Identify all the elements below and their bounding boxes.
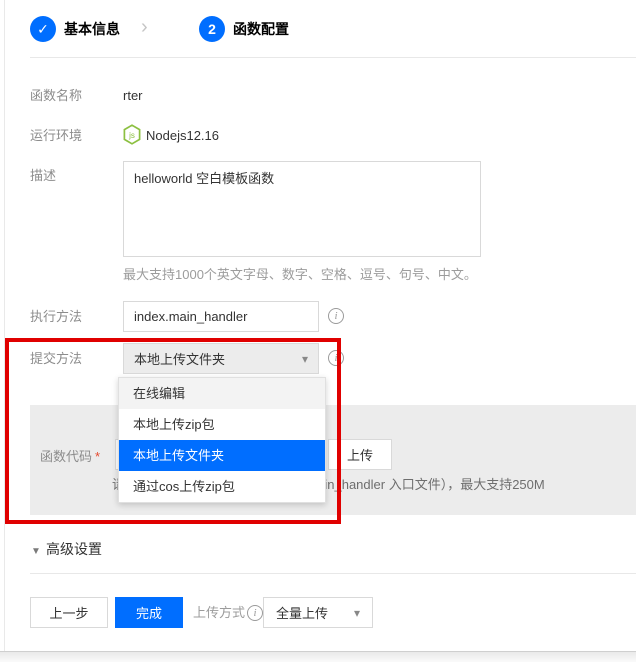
submit-method-value: 本地上传文件夹 (134, 349, 225, 368)
advanced-settings-toggle[interactable]: 高级设置 (46, 541, 102, 557)
upload-mode-label: 上传方式 (193, 605, 245, 621)
upload-mode-info-icon[interactable]: i (247, 605, 263, 621)
check-icon: ✓ (37, 21, 49, 38)
upload-mode-value: 全量上传 (276, 603, 328, 622)
previous-step-button[interactable]: 上一步 (30, 597, 108, 628)
runtime-value: Nodejs12.16 (146, 128, 219, 144)
nodejs-icon: js (123, 124, 141, 150)
required-mark: * (95, 449, 100, 464)
header-divider (30, 57, 636, 58)
function-config-panel: ✓ 基本信息 › 2 函数配置 函数名称 rter 运行环境 js Nodejs… (0, 0, 636, 652)
chevron-right-icon: › (141, 19, 148, 35)
step2-circle: 2 (199, 16, 225, 42)
triangle-down-icon: ▼ (31, 545, 41, 559)
dropdown-option-online-edit[interactable]: 在线编辑 (119, 378, 325, 409)
dropdown-option-local-zip[interactable]: 本地上传zip包 (119, 409, 325, 440)
dropdown-option-cos-zip[interactable]: 通过cos上传zip包 (119, 471, 325, 502)
step2-number: 2 (208, 21, 216, 37)
function-code-label: 函数代码* (40, 449, 100, 465)
left-panel-edge (4, 0, 5, 652)
submit-method-dropdown: 在线编辑 本地上传zip包 本地上传文件夹 通过cos上传zip包 (118, 377, 326, 503)
footer-divider (30, 573, 636, 574)
step2-label: 函数配置 (233, 21, 289, 37)
upload-mode-select[interactable]: 全量上传 ▾ (263, 597, 373, 628)
description-label: 描述 (30, 168, 56, 184)
submit-method-info-icon[interactable]: i (328, 350, 344, 366)
submit-method-select[interactable]: 本地上传文件夹 ▾ (123, 343, 319, 374)
step1-done-circle: ✓ (30, 16, 56, 42)
dropdown-option-local-folder[interactable]: 本地上传文件夹 (119, 440, 325, 471)
description-hint: 最大支持1000个英文字母、数字、空格、逗号、句号、中文。 (123, 267, 477, 283)
done-button[interactable]: 完成 (115, 597, 183, 628)
upload-button[interactable]: 上传 (328, 439, 392, 470)
step1-label: 基本信息 (64, 21, 120, 37)
chevron-down-icon: ▾ (354, 607, 360, 619)
handler-input[interactable] (123, 301, 319, 332)
svg-text:js: js (128, 131, 135, 140)
handler-info-icon[interactable]: i (328, 308, 344, 324)
name-label: 函数名称 (30, 88, 82, 104)
description-textarea[interactable]: helloworld 空白模板函数 (123, 161, 481, 257)
name-value: rter (123, 88, 143, 104)
chevron-down-icon: ▾ (302, 353, 308, 365)
upload-mode-row: 上传方式i (193, 605, 263, 621)
handler-label: 执行方法 (30, 309, 82, 325)
submit-method-label: 提交方法 (30, 351, 82, 367)
bottom-page-edge (0, 651, 636, 662)
runtime-label: 运行环境 (30, 128, 82, 144)
